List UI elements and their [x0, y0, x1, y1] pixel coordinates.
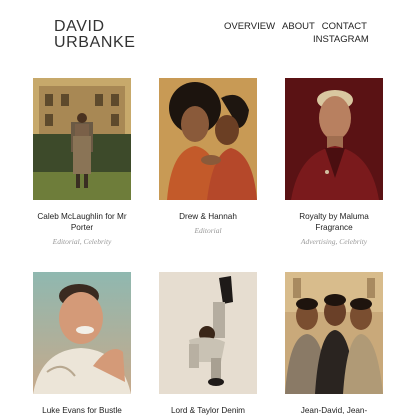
logo-line-2: URBANKE [54, 34, 136, 51]
project-card: Lord & Taylor Denim [159, 272, 257, 415]
nav-contact[interactable]: CONTACT [322, 20, 367, 33]
project-thumbnail[interactable] [285, 78, 383, 200]
logo-line-1: DAVID [54, 18, 105, 35]
site-logo[interactable]: DAVID URBANKE [54, 19, 136, 51]
luke-evans-portrait-image [33, 272, 131, 394]
project-tags: Editorial [194, 226, 222, 235]
project-card: Royalty by Maluma Fragrance Advertising,… [285, 78, 383, 246]
lord-taylor-portrait-image [159, 272, 257, 394]
project-title[interactable]: Luke Evans for Bustle [33, 405, 131, 415]
project-title[interactable]: Caleb McLaughlin for Mr Porter [33, 211, 131, 233]
project-title[interactable]: Royalty by Maluma Fragrance [285, 211, 383, 233]
three-men-portrait-image [285, 272, 383, 394]
project-tags: Advertising, Celebrity [300, 237, 368, 246]
nav-instagram[interactable]: INSTAGRAM [313, 33, 369, 46]
project-tags: Editorial, Celebrity [52, 237, 112, 246]
main-nav: OVERVIEW ABOUT CONTACT INSTAGRAM [224, 20, 374, 46]
project-thumbnail[interactable] [159, 272, 257, 394]
project-thumbnail[interactable] [33, 272, 131, 394]
nav-overview[interactable]: OVERVIEW [224, 20, 275, 33]
manor-portrait-image [33, 78, 131, 200]
project-card: Luke Evans for Bustle [33, 272, 131, 415]
project-thumbnail[interactable] [159, 78, 257, 200]
project-card: Caleb McLaughlin for Mr Porter Editorial… [33, 78, 131, 246]
project-title[interactable]: Jean-David, Jean- [285, 405, 383, 415]
project-thumbnail[interactable] [285, 272, 383, 394]
project-title[interactable]: Drew & Hannah [159, 211, 257, 222]
project-card: Drew & Hannah Editorial [159, 78, 257, 235]
project-title[interactable]: Lord & Taylor Denim [159, 405, 257, 415]
project-card: Jean-David, Jean- [285, 272, 383, 415]
maluma-portrait-image [285, 78, 383, 200]
couple-portrait-image [159, 78, 257, 200]
project-thumbnail[interactable] [33, 78, 131, 200]
nav-about[interactable]: ABOUT [282, 20, 315, 33]
